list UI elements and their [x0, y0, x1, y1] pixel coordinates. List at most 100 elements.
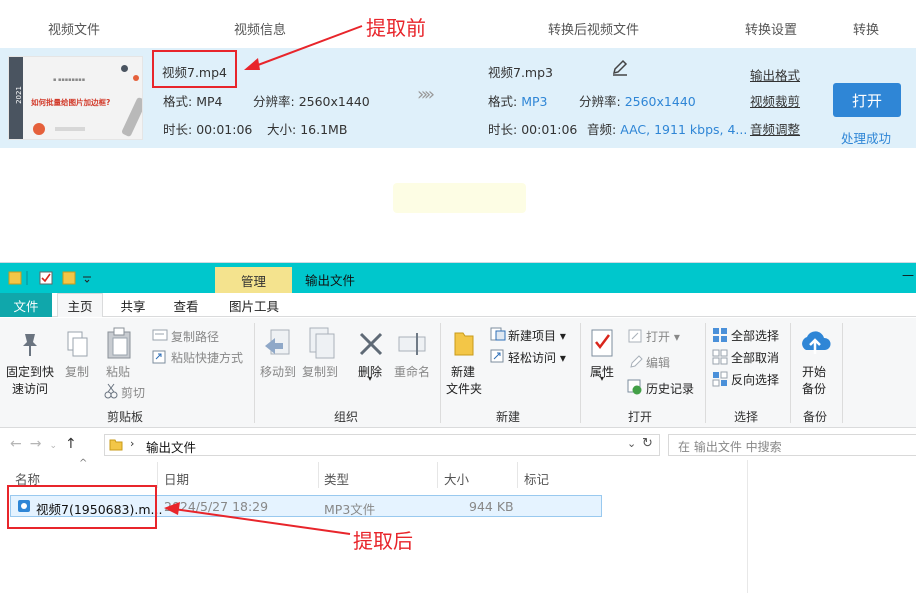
thumbnail-dot — [133, 75, 139, 81]
select-group-label: 选择 — [734, 410, 759, 424]
converter-header: 视频文件 视频信息 转换后视频文件 转换设置 转换 — [0, 0, 916, 48]
history-button[interactable]: 历史记录 — [646, 380, 694, 397]
output-format-link[interactable]: 输出格式 — [750, 65, 800, 84]
column-divider[interactable] — [157, 462, 158, 488]
tab-share[interactable]: 共享 — [110, 293, 156, 317]
ribbon-tabs: 文件 主页 共享 查看 图片工具 — [0, 293, 916, 317]
invert-selection-icon — [712, 371, 728, 387]
edit-button[interactable]: 编辑 — [646, 354, 670, 371]
breadcrumb-chevron-icon[interactable]: › — [130, 437, 134, 450]
header-convert: 转换 — [853, 23, 880, 38]
copy-to-icon — [309, 327, 335, 359]
forward-icon[interactable]: → — [30, 436, 50, 452]
output-format: 格式: MP3 — [488, 94, 548, 109]
quick-access-toolbar — [7, 269, 99, 291]
address-dropdown-icon[interactable]: ⌄ — [627, 437, 636, 450]
annotation-arrow-icon — [164, 502, 351, 535]
up-icon[interactable]: ↑ — [65, 436, 85, 452]
column-type[interactable]: 类型 — [324, 469, 349, 488]
source-duration: 时长: 00:01:06 — [163, 122, 253, 137]
explorer-titlebar — [0, 263, 916, 293]
column-divider[interactable] — [517, 462, 518, 488]
thumbnail-pen — [121, 96, 142, 138]
open-group-label: 打开 — [628, 410, 653, 424]
nav-buttons: ←→⌄↑ — [10, 436, 85, 452]
tab-picture-tools[interactable]: 图片工具 — [220, 293, 288, 317]
open-icon — [628, 329, 642, 343]
column-divider[interactable] — [437, 462, 438, 488]
paste-button[interactable]: 粘贴 — [106, 363, 130, 380]
ribbon-divider — [790, 323, 791, 423]
delete-dropdown-icon[interactable]: ▾ — [368, 374, 372, 383]
breadcrumb[interactable]: 输出文件 — [146, 437, 196, 456]
source-format: 格式: MP4 — [163, 94, 223, 109]
copy-button[interactable]: 复制 — [65, 363, 89, 380]
select-none-icon — [712, 349, 728, 365]
paste-shortcut-button[interactable]: 粘贴快捷方式 — [171, 349, 243, 366]
column-divider[interactable] — [318, 462, 319, 488]
column-size[interactable]: 大小 — [444, 469, 469, 488]
copy-path-icon — [152, 329, 168, 341]
video-crop-link[interactable]: 视频裁剪 — [750, 91, 800, 110]
select-none-button[interactable]: 全部取消 — [731, 349, 779, 366]
select-all-button[interactable]: 全部选择 — [731, 327, 779, 344]
sort-arrow-icon: ^ — [79, 458, 88, 469]
new-folder-icon — [454, 332, 474, 356]
backup-l1[interactable]: 开始 — [802, 363, 826, 380]
thumbnail-dot — [121, 65, 128, 72]
cut-button[interactable]: 剪切 — [121, 384, 145, 401]
edit-icon[interactable] — [611, 59, 629, 81]
tab-manage[interactable]: 管理 — [215, 267, 292, 293]
open-file-button[interactable]: 打开 ▾ — [646, 328, 680, 345]
recent-dropdown-icon[interactable]: ⌄ — [49, 441, 65, 451]
back-icon[interactable]: ← — [10, 436, 30, 452]
column-tags[interactable]: 标记 — [524, 469, 549, 488]
pin-button-l2[interactable]: 速访问 — [12, 380, 48, 397]
delete-icon — [359, 332, 383, 356]
ribbon-divider — [705, 323, 706, 423]
minimize-button[interactable]: — — [902, 268, 914, 282]
easy-access-button[interactable]: 轻松访问 ▾ — [508, 349, 566, 366]
copy-icon — [67, 331, 88, 357]
copy-to-button[interactable]: 复制到 — [302, 363, 338, 380]
header-video-file: 视频文件 — [48, 23, 101, 38]
video-thumbnail[interactable]: 2021 ▪ ▪▪▪▪▪▪▪▪ 如何批量给图片加边框? — [8, 56, 143, 140]
pin-button-l1[interactable]: 固定到快 — [6, 363, 54, 380]
move-to-button[interactable]: 移动到 — [260, 363, 296, 380]
new-folder-l2[interactable]: 文件夹 — [446, 380, 482, 397]
output-duration: 时长: 00:01:06 — [488, 122, 578, 137]
open-button[interactable]: 打开 — [833, 83, 901, 117]
tab-home[interactable]: 主页 — [57, 293, 103, 317]
invert-selection-button[interactable]: 反向选择 — [731, 371, 779, 388]
paste-shortcut-icon — [152, 350, 166, 364]
pane-divider — [747, 460, 748, 593]
copy-path-button[interactable]: 复制路径 — [171, 328, 219, 345]
output-audio: 音频: AAC, 1911 kbps, 4... — [587, 122, 748, 137]
new-folder-l1[interactable]: 新建 — [451, 363, 475, 380]
clipboard-group-label: 剪贴板 — [107, 410, 144, 424]
annotation-after: 提取后 — [353, 529, 413, 553]
select-all-icon — [713, 328, 727, 342]
organize-group-label: 组织 — [334, 410, 359, 424]
column-date[interactable]: 日期 — [164, 469, 189, 488]
new-item-button[interactable]: 新建项目 ▾ — [508, 327, 566, 344]
file-highlight — [7, 485, 157, 529]
audio-adjust-link[interactable]: 音频调整 — [750, 119, 800, 138]
new-item-icon — [490, 327, 506, 341]
tab-file[interactable]: 文件 — [0, 293, 52, 317]
header-settings: 转换设置 — [745, 23, 798, 38]
file-size: 944 KB — [469, 499, 514, 514]
refresh-icon[interactable]: ↻ — [642, 436, 653, 451]
annotation-before: 提取前 — [366, 16, 426, 40]
ribbon-divider — [842, 323, 843, 423]
tab-view[interactable]: 查看 — [163, 293, 209, 317]
rename-button[interactable]: 重命名 — [394, 363, 430, 380]
source-filename-highlight — [152, 50, 237, 88]
output-filename: 视频7.mp3 — [488, 65, 553, 80]
convert-arrow-icon: »» — [417, 84, 435, 105]
properties-dropdown-icon[interactable]: ▾ — [600, 374, 604, 383]
search-placeholder[interactable]: 在 输出文件 中搜索 — [678, 438, 782, 455]
backup-l2[interactable]: 备份 — [802, 380, 826, 397]
rename-icon — [398, 333, 426, 355]
annotation-arrow-icon — [244, 25, 363, 70]
